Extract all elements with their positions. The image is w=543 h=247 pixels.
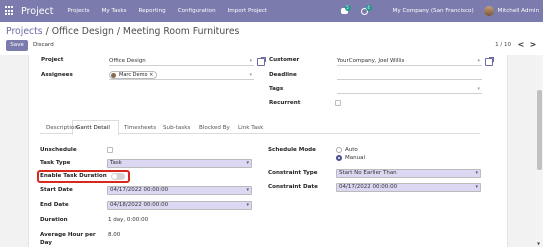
- external-link-icon[interactable]: [257, 57, 266, 66]
- breadcrumb: Projects / Office Design / Meeting Room …: [6, 26, 239, 37]
- pager-next-button[interactable]: >: [528, 40, 538, 51]
- start-date-label: Start Date: [40, 187, 73, 193]
- chevron-down-icon: ▾: [246, 160, 249, 166]
- chevron-down-icon: ▾: [477, 86, 480, 92]
- close-icon[interactable]: ×: [149, 72, 153, 78]
- schedule-mode-manual-label[interactable]: Manual: [345, 155, 365, 161]
- unschedule-checkbox[interactable]: [107, 147, 113, 153]
- constraint-date-field[interactable]: 04/17/2022 00:00:00 ▾: [336, 183, 481, 192]
- menu-reporting[interactable]: Reporting: [138, 8, 165, 14]
- schedule-mode-manual-radio[interactable]: [336, 155, 342, 161]
- app-name[interactable]: Project: [21, 6, 54, 17]
- chevron-down-icon: ▾: [475, 170, 478, 176]
- schedule-mode-auto-label[interactable]: Auto: [345, 147, 358, 153]
- chevron-down-icon: ▾: [246, 187, 249, 193]
- enable-task-duration-toggle[interactable]: [111, 173, 125, 180]
- notebook-tabs: Description Gantt Detail Timesheets Sub-…: [40, 120, 480, 135]
- avatar: [111, 73, 116, 78]
- activity-badge: 4: [365, 5, 372, 11]
- enable-task-duration-label: Enable Task Duration: [40, 173, 107, 179]
- chevron-down-icon: ▾: [477, 58, 480, 64]
- chat-badge: 5: [344, 5, 351, 11]
- unschedule-label: Unschedule: [40, 147, 77, 153]
- recurrent-checkbox[interactable]: [335, 100, 341, 106]
- chat-icon[interactable]: 5: [340, 5, 351, 16]
- user-avatar[interactable]: [483, 6, 494, 16]
- start-date-field[interactable]: 04/17/2022 00:00:00 ▾: [107, 186, 252, 195]
- chevron-down-icon: ▾: [246, 202, 249, 208]
- assignee-tag-label: Marc Demo: [119, 72, 148, 78]
- company-switcher[interactable]: My Company (San Francisco): [393, 8, 474, 14]
- schedule-mode-auto-radio[interactable]: [336, 147, 342, 153]
- end-date-label: End Date: [40, 202, 69, 208]
- tab-sub-tasks[interactable]: Sub-tasks: [163, 125, 190, 131]
- project-label: Project: [41, 57, 64, 63]
- project-value: Office Design: [109, 58, 146, 64]
- chevron-down-icon: ▾: [249, 58, 252, 64]
- tab-gantt-detail[interactable]: Gantt Detail: [76, 125, 110, 131]
- constraint-type-label: Constraint Type: [268, 170, 318, 176]
- constraint-date-label: Constraint Date: [268, 184, 318, 190]
- constraint-date-value: 04/17/2022 00:00:00: [339, 184, 398, 190]
- menu-import-project[interactable]: Import Project: [228, 8, 267, 14]
- toggle-knob: [112, 174, 117, 179]
- duration-value: 1 day, 0:00:00: [108, 217, 149, 223]
- avg-hour-label-line1: Average Hour per: [40, 232, 96, 238]
- project-field[interactable]: Office Design ▾: [109, 57, 254, 66]
- avg-hour-value[interactable]: 8.00: [108, 232, 120, 238]
- assignees-label: Assignees: [41, 72, 73, 78]
- tab-timesheets[interactable]: Timesheets: [124, 125, 156, 131]
- scroll-down-arrow-icon[interactable]: ▼: [537, 241, 540, 246]
- top-navbar: Project Projects My Tasks Reporting Conf…: [0, 0, 543, 22]
- scrollbar-thumb[interactable]: [537, 90, 542, 170]
- menu-configuration[interactable]: Configuration: [178, 8, 216, 14]
- activity-clock-icon[interactable]: 4: [360, 5, 372, 16]
- navbar-systray: 5 4 My Company (San Francisco) Mitchell …: [340, 0, 539, 22]
- form-view: Project Office Design ▾ Assignees ▾ Marc…: [0, 55, 536, 247]
- end-date-value: 04/18/2022 00:00:00: [110, 202, 169, 208]
- recurrent-label: Recurrent: [269, 100, 301, 106]
- duration-label: Duration: [40, 217, 68, 223]
- menu-projects[interactable]: Projects: [68, 8, 90, 14]
- chevron-down-icon: ▾: [249, 72, 252, 78]
- chevron-down-icon: ▾: [475, 184, 478, 190]
- breadcrumb-separator: /: [42, 26, 52, 37]
- start-date-value: 04/17/2022 00:00:00: [110, 187, 169, 193]
- deadline-field[interactable]: [337, 71, 482, 80]
- user-menu[interactable]: Mitchell Admin: [498, 8, 539, 14]
- menu-my-tasks[interactable]: My Tasks: [102, 8, 127, 14]
- assignee-tag[interactable]: Marc Demo ×: [109, 71, 158, 79]
- tags-label: Tags: [269, 86, 284, 92]
- vertical-scrollbar[interactable]: ▼: [536, 55, 543, 247]
- customer-value: YourCompany, Joel Willis: [337, 58, 405, 64]
- task-type-label: Task Type: [40, 160, 71, 166]
- pager-previous-button[interactable]: <: [516, 40, 526, 51]
- schedule-mode-label: Schedule Mode: [268, 147, 316, 153]
- tab-blocked-by[interactable]: Blocked By: [199, 125, 230, 131]
- constraint-type-value: Start No Earlier Than: [339, 170, 397, 176]
- pager-value[interactable]: 1 / 10: [495, 42, 511, 48]
- breadcrumb-projects-link[interactable]: Projects: [6, 26, 43, 37]
- tab-link-task[interactable]: Link Task: [238, 125, 263, 131]
- tab-description[interactable]: Description: [46, 125, 78, 131]
- tags-field[interactable]: ▾: [337, 85, 482, 94]
- end-date-field[interactable]: 04/18/2022 00:00:00 ▾: [107, 201, 252, 210]
- apps-menu-icon[interactable]: [5, 6, 15, 16]
- avg-hour-label-line2: Day: [40, 240, 52, 246]
- discard-button[interactable]: Discard: [33, 40, 54, 51]
- constraint-type-select[interactable]: Start No Earlier Than ▾: [336, 169, 481, 178]
- customer-field[interactable]: YourCompany, Joel Willis ▾: [337, 57, 482, 66]
- task-type-select[interactable]: Task ▾: [107, 159, 252, 168]
- customer-label: Customer: [269, 57, 300, 63]
- external-link-icon[interactable]: [485, 57, 494, 66]
- breadcrumb-current: Office Design / Meeting Room Furnitures: [51, 26, 240, 37]
- save-button[interactable]: Save: [6, 40, 28, 51]
- task-type-value: Task: [110, 160, 122, 166]
- deadline-label: Deadline: [269, 72, 297, 78]
